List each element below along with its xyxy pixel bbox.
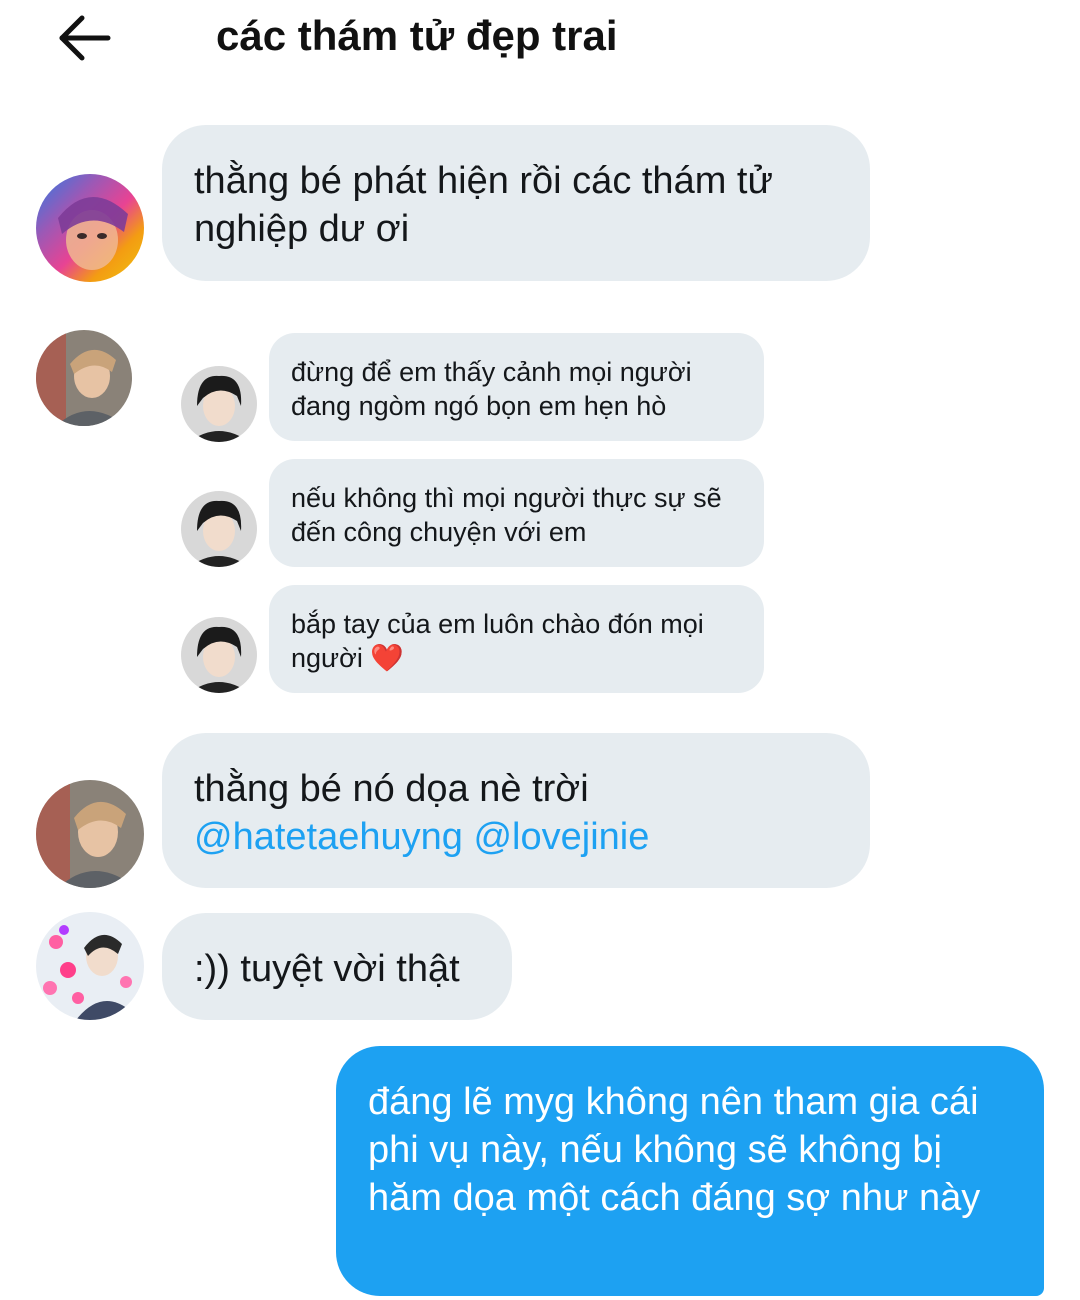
nested-message-bubble[interactable]: đừng để em thấy cảnh mọi người đang ngòm… [269,333,764,441]
message-bubble[interactable]: thằng bé phát hiện rồi các thám tử nghiệ… [162,125,870,281]
nested-avatar [181,491,257,567]
nested-avatar [181,366,257,442]
sender-avatar-rainbow[interactable] [36,174,144,282]
message-text: thằng bé phát hiện rồi các thám tử nghiệ… [194,160,773,250]
back-button[interactable] [52,8,116,68]
nested-message-text: bắp tay của em luôn chào đón mọi người [291,609,704,673]
message-text: :)) tuyệt vời thật [194,948,460,990]
sender-avatar-boy[interactable] [36,780,144,888]
outgoing-message-text: đáng lẽ myg không nên tham gia cái phi v… [368,1081,981,1219]
heart-emoji-icon: ❤️ [370,643,404,673]
outgoing-message-bubble[interactable]: đáng lẽ myg không nên tham gia cái phi v… [336,1046,1044,1296]
nested-message-bubble[interactable]: bắp tay của em luôn chào đón mọi người ❤… [269,585,764,693]
arrow-left-icon [59,15,111,61]
nested-avatar [181,617,257,693]
mention-link[interactable]: @hatetaehuyng [194,816,463,858]
mention-link[interactable]: @lovejinie [473,816,649,858]
message-bubble[interactable]: :)) tuyệt vời thật [162,913,512,1020]
sender-avatar-hearts[interactable] [36,912,144,1020]
conversation-title: các thám tử đẹp trai [216,12,618,59]
conversation-header: các thám tử đẹp trai [0,0,1080,80]
message-bubble[interactable]: thằng bé nó dọa nè trời @hatetaehuyng @l… [162,733,870,888]
nested-message-bubble[interactable]: nếu không thì mọi người thực sự sẽ đến c… [269,459,764,567]
nested-message-text: nếu không thì mọi người thực sự sẽ đến c… [291,483,722,547]
sender-avatar-boy[interactable] [36,330,132,426]
nested-message-text: đừng để em thấy cảnh mọi người đang ngòm… [291,357,692,421]
message-text: thằng bé nó dọa nè trời [194,768,589,810]
mention-row: @hatetaehuyng @lovejinie [194,813,838,861]
